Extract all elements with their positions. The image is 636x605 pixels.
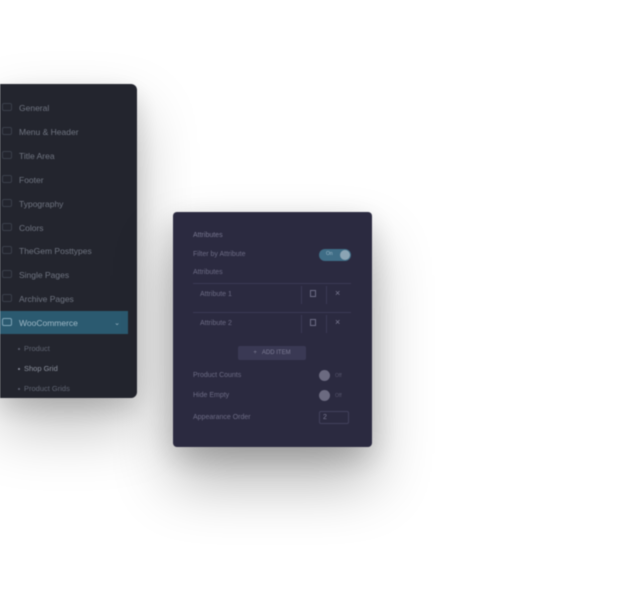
posttypes-icon bbox=[2, 246, 12, 254]
sidebar-subitem-shop-grid[interactable]: Shop Grid bbox=[18, 364, 58, 373]
footer-icon bbox=[2, 175, 12, 183]
plus-icon: + bbox=[253, 350, 257, 356]
sidebar-subitem-label: Shop Grid bbox=[24, 364, 58, 373]
sidebar-item-colors[interactable]: Colors bbox=[0, 216, 128, 239]
hide-empty-label: Hide Empty bbox=[193, 392, 230, 399]
title-icon bbox=[2, 151, 12, 159]
sidebar-subitem-product-grids[interactable]: Product Grids bbox=[18, 384, 70, 393]
copy-icon[interactable] bbox=[310, 319, 316, 326]
page-icon bbox=[2, 270, 12, 278]
add-item-button[interactable]: + ADD ITEM bbox=[238, 346, 306, 360]
sidebar-item-label: Typography bbox=[19, 198, 64, 209]
sidebar-item-single-pages[interactable]: Single Pages bbox=[0, 263, 128, 286]
gear-icon bbox=[2, 103, 12, 111]
chevron-down-icon[interactable]: ⌄ bbox=[114, 319, 120, 327]
archive-icon bbox=[2, 294, 12, 302]
sidebar-item-label: Menu & Header bbox=[19, 126, 79, 137]
sidebar-item-label: General bbox=[19, 102, 50, 113]
sidebar-item-label: Footer bbox=[19, 174, 44, 185]
sidebar-item-archive-pages[interactable]: Archive Pages bbox=[0, 287, 128, 310]
sidebar-subitem-label: Product Grids bbox=[24, 384, 70, 393]
sidebar-item-woocommerce[interactable]: WooCommerce ⌄ bbox=[0, 311, 128, 334]
divider bbox=[326, 286, 327, 304]
sidebar-item-label: Single Pages bbox=[19, 269, 70, 280]
sidebar-item-posttypes[interactable]: TheGem Posttypes bbox=[0, 239, 128, 262]
sidebar-item-menu-header[interactable]: Menu & Header bbox=[0, 120, 128, 143]
divider bbox=[301, 286, 302, 304]
attribute-row[interactable]: Attribute 2 × bbox=[193, 312, 351, 334]
filter-by-attribute-toggle[interactable]: On bbox=[319, 249, 351, 261]
sidebar-item-label: Colors bbox=[19, 222, 44, 233]
toggle-state-text: On bbox=[326, 251, 333, 257]
sidebar-item-label: Archive Pages bbox=[19, 293, 74, 304]
divider bbox=[326, 315, 327, 333]
close-icon[interactable]: × bbox=[335, 288, 340, 298]
product-counts-toggle[interactable]: Off bbox=[319, 370, 351, 382]
toggle-knob bbox=[340, 250, 350, 260]
add-item-label: ADD ITEM bbox=[261, 350, 291, 356]
sidebar-item-general[interactable]: General bbox=[0, 96, 128, 119]
sidebar-item-label: TheGem Posttypes bbox=[19, 245, 92, 256]
appearance-order-label: Appearance Order bbox=[193, 414, 251, 421]
menu-icon bbox=[2, 127, 12, 135]
bullet-icon bbox=[18, 347, 20, 350]
toggle-knob bbox=[319, 390, 330, 401]
settings-sidebar: General Menu & Header Title Area Footer … bbox=[0, 84, 137, 398]
attributes-label: Attributes bbox=[193, 269, 223, 276]
palette-icon bbox=[2, 223, 12, 231]
bullet-icon bbox=[18, 387, 20, 390]
attribute-name: Attribute 2 bbox=[200, 320, 232, 327]
copy-icon[interactable] bbox=[310, 290, 316, 297]
sidebar-item-footer[interactable]: Footer bbox=[0, 168, 128, 191]
hide-empty-toggle[interactable]: Off bbox=[319, 390, 351, 402]
divider bbox=[301, 315, 302, 333]
toggle-state-text: Off bbox=[335, 393, 342, 399]
bullet-icon bbox=[18, 367, 20, 370]
attributes-panel: Attributes Filter by Attribute On Attrib… bbox=[173, 212, 372, 447]
toggle-knob bbox=[319, 370, 330, 381]
attribute-row[interactable]: Attribute 1 × bbox=[193, 283, 351, 305]
cart-icon bbox=[2, 318, 12, 326]
appearance-order-input[interactable]: 2 bbox=[319, 411, 349, 424]
sidebar-item-typography[interactable]: Typography bbox=[0, 192, 128, 215]
filter-by-attribute-label: Filter by Attribute bbox=[193, 251, 246, 258]
typography-icon bbox=[2, 199, 12, 207]
attribute-name: Attribute 1 bbox=[200, 291, 232, 298]
product-counts-label: Product Counts bbox=[193, 372, 242, 379]
sidebar-subitem-product[interactable]: Product bbox=[18, 344, 50, 353]
sidebar-item-title-area[interactable]: Title Area bbox=[0, 144, 128, 167]
section-title: Attributes bbox=[193, 232, 223, 239]
close-icon[interactable]: × bbox=[335, 317, 340, 327]
sidebar-item-label: Title Area bbox=[19, 150, 55, 161]
toggle-state-text: Off bbox=[335, 373, 342, 379]
sidebar-item-label: WooCommerce bbox=[19, 317, 78, 328]
sidebar-subitem-label: Product bbox=[24, 344, 50, 353]
